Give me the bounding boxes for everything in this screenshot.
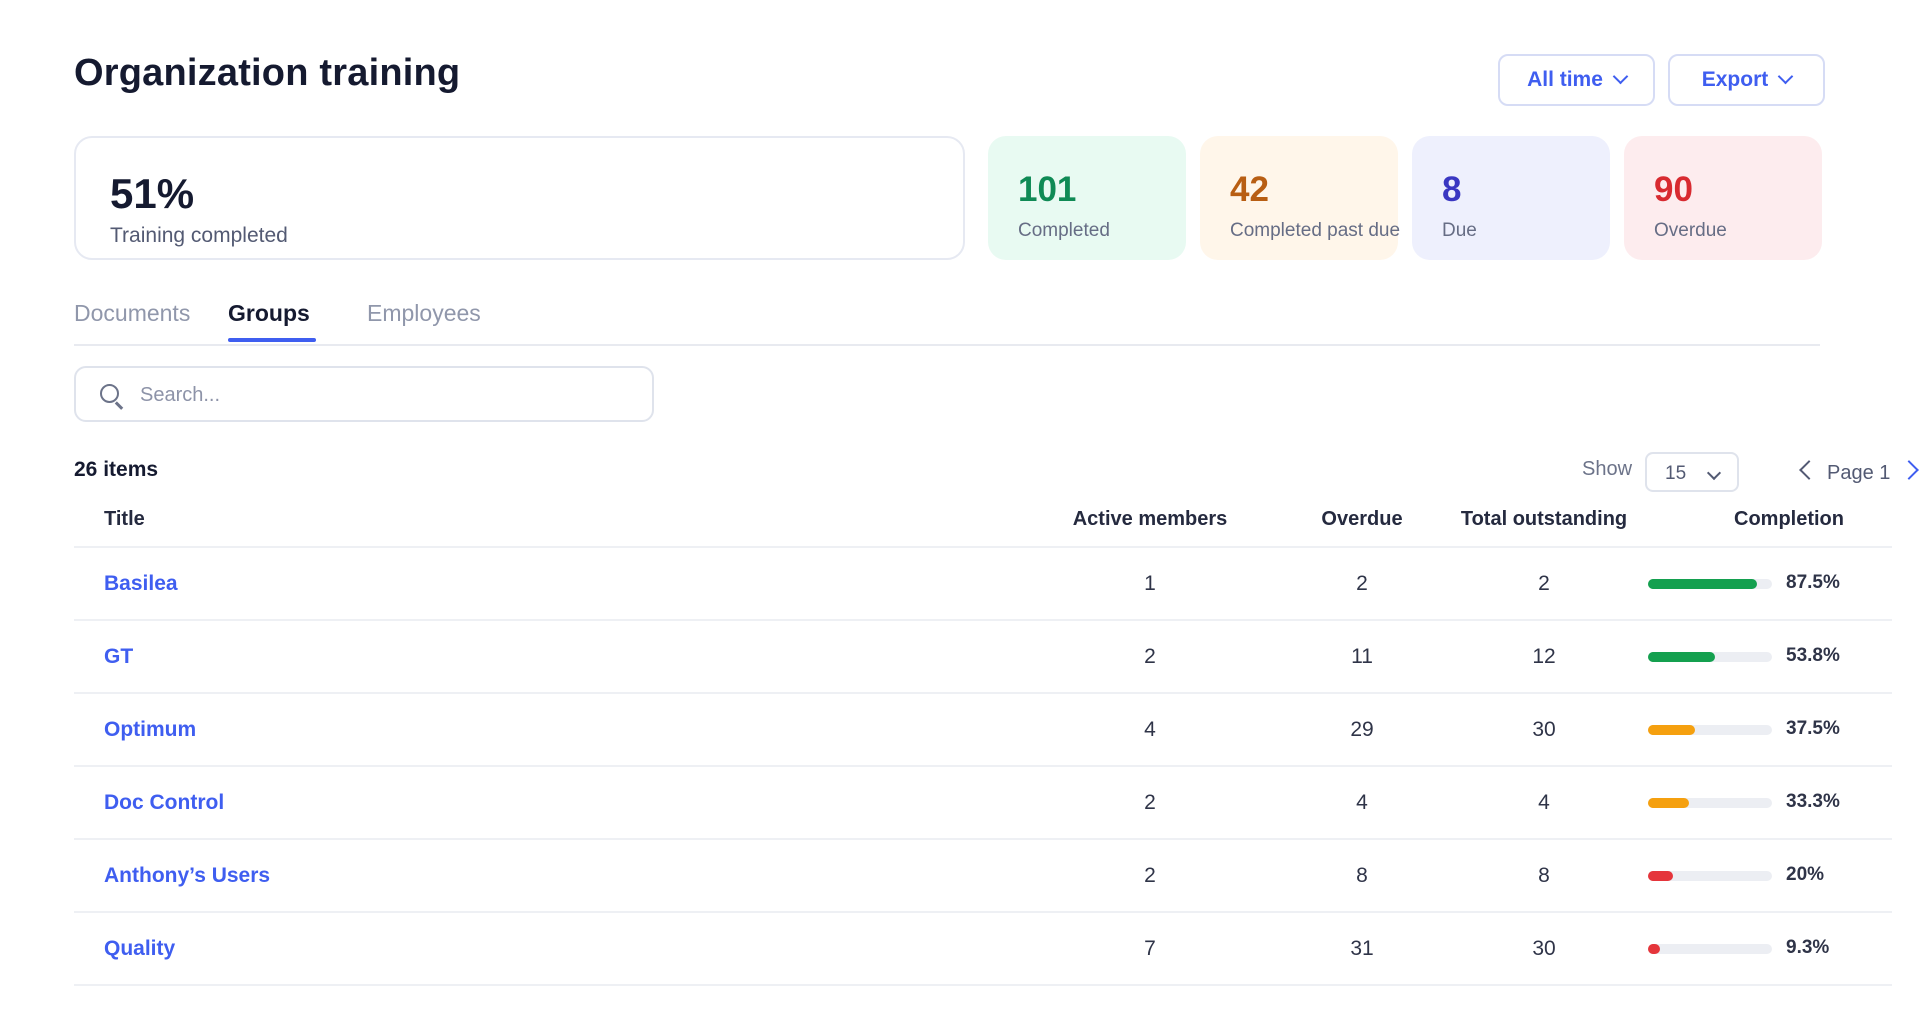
page-header: Organization training All time Export bbox=[74, 48, 1825, 108]
total-outstanding-cell: 4 bbox=[1538, 791, 1550, 814]
overdue-cell: 8 bbox=[1356, 864, 1368, 887]
completion-bar bbox=[1648, 798, 1772, 808]
completion-bar bbox=[1648, 725, 1772, 735]
export-dropdown[interactable]: Export bbox=[1668, 54, 1825, 106]
completion-bar bbox=[1648, 944, 1772, 954]
table-row: Doc Control 2 4 4 33.3% bbox=[74, 767, 1892, 840]
column-header-title[interactable]: Title bbox=[104, 508, 145, 531]
tab-groups[interactable]: Groups bbox=[228, 300, 310, 327]
chevron-down-icon bbox=[1706, 465, 1722, 481]
completion-bar-fill bbox=[1648, 798, 1689, 808]
page-title: Organization training bbox=[74, 52, 461, 94]
column-header-overdue[interactable]: Overdue bbox=[1312, 508, 1412, 531]
table-row: Anthony’s Users 2 8 8 20% bbox=[74, 840, 1892, 913]
active-members-cell: 4 bbox=[1144, 718, 1156, 741]
previous-page-icon[interactable] bbox=[1799, 460, 1819, 480]
tab-bar: Documents Groups Employees bbox=[74, 296, 1820, 346]
overdue-cell: 4 bbox=[1356, 791, 1368, 814]
total-outstanding-cell: 30 bbox=[1532, 937, 1556, 960]
stat-completed-label: Completed bbox=[1018, 220, 1110, 241]
stat-past-due-label: Completed past due bbox=[1230, 220, 1401, 241]
total-outstanding-cell: 2 bbox=[1538, 572, 1550, 595]
export-label: Export bbox=[1701, 68, 1769, 91]
search-box bbox=[74, 366, 654, 422]
completion-percent: 53.8% bbox=[1786, 645, 1840, 666]
completion-bar-fill bbox=[1648, 944, 1660, 954]
completion-bar bbox=[1648, 652, 1772, 662]
column-header-total-outstanding[interactable]: Total outstanding bbox=[1450, 508, 1638, 531]
table-row: Basilea 1 2 2 87.5% bbox=[74, 548, 1892, 621]
stat-past-due-value: 42 bbox=[1230, 170, 1269, 209]
chevron-down-icon bbox=[1777, 68, 1794, 84]
page-size-select[interactable]: 15 bbox=[1645, 452, 1739, 492]
items-count: 26 items bbox=[74, 458, 159, 481]
group-title-link[interactable]: Doc Control bbox=[104, 791, 224, 815]
page-size-label: Show bbox=[1582, 458, 1633, 480]
stat-overdue-label: Overdue bbox=[1654, 220, 1727, 241]
training-page: Organization training All time Export 51… bbox=[74, 0, 1919, 1027]
active-members-cell: 1 bbox=[1144, 572, 1156, 595]
completion-bar-fill bbox=[1648, 871, 1673, 881]
completion-bar-fill bbox=[1648, 725, 1695, 735]
completion-bar bbox=[1648, 871, 1772, 881]
next-page-icon[interactable] bbox=[1899, 460, 1919, 480]
table-row: Optimum 4 29 30 37.5% bbox=[74, 694, 1892, 767]
group-title-link[interactable]: Anthony’s Users bbox=[104, 864, 270, 888]
group-title-link[interactable]: GT bbox=[104, 645, 133, 669]
active-members-cell: 2 bbox=[1144, 791, 1156, 814]
column-header-completion[interactable]: Completion bbox=[1734, 508, 1844, 531]
training-completed-label: Training completed bbox=[110, 224, 288, 247]
training-completed-card: 51% Training completed bbox=[74, 136, 965, 260]
tab-employees[interactable]: Employees bbox=[367, 300, 481, 327]
search-input[interactable] bbox=[140, 378, 640, 412]
completion-bar bbox=[1648, 579, 1772, 589]
completion-percent: 37.5% bbox=[1786, 718, 1840, 739]
total-outstanding-cell: 30 bbox=[1532, 718, 1556, 741]
active-members-cell: 2 bbox=[1144, 864, 1156, 887]
stat-completed-past-due[interactable]: 42 Completed past due bbox=[1200, 136, 1401, 260]
group-title-link[interactable]: Optimum bbox=[104, 718, 196, 742]
stat-completed[interactable]: 101 Completed bbox=[988, 136, 1186, 260]
page-size-value: 15 bbox=[1665, 463, 1687, 484]
completion-percent: 87.5% bbox=[1786, 572, 1840, 593]
completion-percent: 9.3% bbox=[1786, 937, 1830, 958]
completion-bar-fill bbox=[1648, 652, 1715, 662]
page-indicator: Page 1 bbox=[1827, 462, 1891, 484]
overdue-cell: 2 bbox=[1356, 572, 1368, 595]
column-header-active-members[interactable]: Active members bbox=[1056, 508, 1244, 531]
table-row: Quality 7 31 30 9.3% bbox=[74, 913, 1892, 986]
search-icon bbox=[100, 384, 124, 410]
total-outstanding-cell: 8 bbox=[1538, 864, 1550, 887]
total-outstanding-cell: 12 bbox=[1532, 645, 1556, 668]
overdue-cell: 31 bbox=[1350, 937, 1374, 960]
table-row: GT 2 11 12 53.8% bbox=[74, 621, 1892, 694]
active-members-cell: 2 bbox=[1144, 645, 1156, 668]
completion-bar-fill bbox=[1648, 579, 1757, 589]
completion-percent: 20% bbox=[1786, 864, 1825, 885]
stat-due-value: 8 bbox=[1442, 170, 1462, 209]
chevron-down-icon bbox=[1612, 68, 1629, 84]
completion-percent: 33.3% bbox=[1786, 791, 1840, 812]
overdue-cell: 29 bbox=[1350, 718, 1374, 741]
stat-completed-value: 101 bbox=[1018, 170, 1077, 209]
active-tab-indicator bbox=[228, 338, 316, 342]
time-range-label: All time bbox=[1527, 68, 1603, 91]
active-members-cell: 7 bbox=[1144, 937, 1156, 960]
stat-overdue[interactable]: 90 Overdue bbox=[1624, 136, 1822, 260]
group-title-link[interactable]: Basilea bbox=[104, 572, 178, 596]
time-range-dropdown[interactable]: All time bbox=[1498, 54, 1655, 106]
group-title-link[interactable]: Quality bbox=[104, 937, 175, 961]
stat-due[interactable]: 8 Due bbox=[1412, 136, 1610, 260]
stat-due-label: Due bbox=[1442, 220, 1477, 241]
groups-table: Title Active members Overdue Total outst… bbox=[74, 500, 1892, 986]
overdue-cell: 11 bbox=[1351, 645, 1373, 668]
stat-overdue-value: 90 bbox=[1654, 170, 1693, 209]
training-completed-percent: 51% bbox=[110, 170, 195, 217]
tab-documents[interactable]: Documents bbox=[74, 300, 190, 327]
table-header: Title Active members Overdue Total outst… bbox=[74, 500, 1892, 548]
